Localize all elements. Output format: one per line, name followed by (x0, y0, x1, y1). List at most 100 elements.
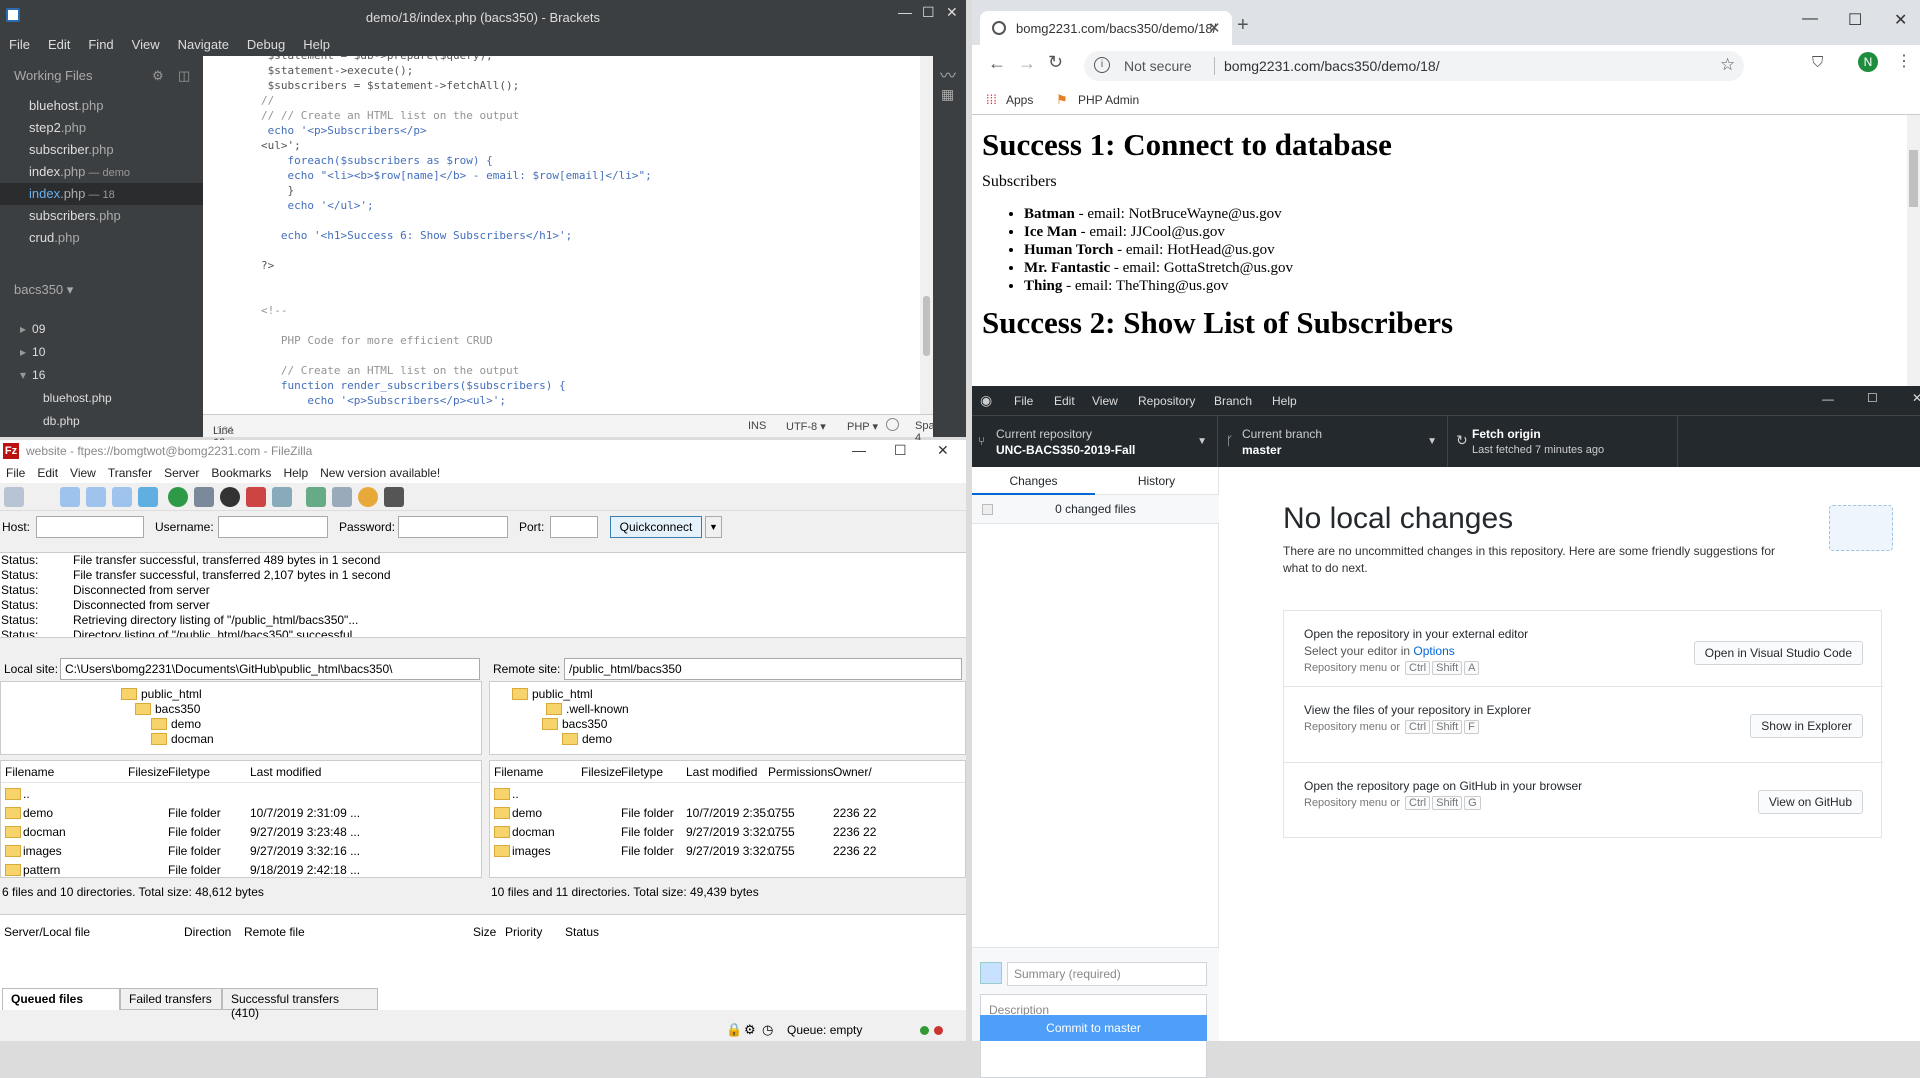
local-file-list[interactable]: Filename Filesize Filetype Last modified.. d… (0, 760, 482, 878)
maximize-icon[interactable]: ☐ (1848, 10, 1862, 30)
disconnect-icon[interactable] (246, 487, 266, 507)
working-file-item[interactable]: step2.php (0, 117, 203, 139)
menu-view[interactable]: View (123, 34, 169, 55)
minimize-icon[interactable]: — (1822, 392, 1834, 406)
tree-node[interactable]: demo (562, 730, 612, 748)
queue-col-server-local[interactable]: Server/Local file (4, 925, 90, 939)
scrollbar-thumb[interactable] (1909, 150, 1918, 207)
toggle-local-tree-icon[interactable] (86, 487, 106, 507)
back-icon[interactable]: ← (988, 53, 1006, 74)
working-file-item[interactable]: crud.php (0, 227, 203, 249)
maximize-icon[interactable]: ☐ (1867, 391, 1878, 405)
tab-close-icon[interactable]: ✕ (1208, 19, 1221, 37)
file-row[interactable]: docman File folder 9/27/2019 3:23:48 ... (1, 823, 481, 842)
address-bar[interactable]: i Not secure bomg2231.com/bacs350/demo/1… (1084, 51, 1744, 81)
queue-col-priority[interactable]: Priority (505, 925, 542, 939)
url-text[interactable]: bomg2231.com/bacs350/demo/18/ (1224, 58, 1440, 74)
extension-manager-icon[interactable]: ▦ (941, 86, 954, 103)
file-row[interactable]: docman File folder 9/27/2019 3:32:... 0755 2… (490, 823, 965, 842)
menu-help[interactable]: Help (294, 34, 339, 55)
options-link[interactable]: Options (1413, 644, 1454, 658)
menu-bookmarks[interactable]: Bookmarks (205, 463, 277, 483)
language-select[interactable]: PHP ▾ (847, 420, 878, 433)
editor-scrollbar[interactable] (920, 56, 933, 414)
column-header[interactable]: Filetype (168, 765, 210, 779)
column-header[interactable]: Filename (5, 765, 54, 779)
menu-view[interactable]: View (64, 463, 102, 483)
menu-find[interactable]: Find (79, 34, 122, 55)
toggle-log-icon[interactable] (60, 487, 80, 507)
sync-browsing-icon[interactable] (358, 487, 378, 507)
working-file-item[interactable]: index.php — 18 (0, 183, 203, 205)
close-icon[interactable]: ✕ (1894, 10, 1907, 30)
remote-directory-tree[interactable]: public_html .well-known bacs350 demo (489, 681, 966, 755)
file-row[interactable]: demo File folder 10/7/2019 2:31:09 ... (1, 804, 481, 823)
toggle-remote-tree-icon[interactable] (112, 487, 132, 507)
binoculars-icon[interactable] (384, 487, 404, 507)
menu-new-version[interactable]: New version available! (314, 463, 446, 483)
file-row[interactable]: .. (1, 785, 481, 804)
tree-item[interactable]: ▾ 16 (0, 364, 203, 387)
menu-repository[interactable]: Repository (1138, 394, 1195, 408)
info-icon[interactable]: i (1094, 57, 1110, 73)
maximize-icon[interactable]: ☐ (922, 4, 935, 21)
tab-failed-transfers[interactable]: Failed transfers (120, 988, 222, 1010)
live-preview-icon[interactable]: 〰 (940, 62, 956, 86)
queue-col-remote-file[interactable]: Remote file (244, 925, 305, 939)
working-file-item[interactable]: index.php — demo (0, 161, 203, 183)
process-queue-icon[interactable] (194, 487, 214, 507)
file-row[interactable]: images File folder 9/27/2019 3:32:16 ... (1, 842, 481, 861)
column-header[interactable]: Filesize (581, 765, 622, 779)
working-file-item[interactable]: bluehost.php (0, 95, 203, 117)
summary-input[interactable]: Summary (required) (1007, 962, 1207, 986)
tree-item[interactable]: db.php (0, 410, 203, 433)
menu-file[interactable]: File (0, 463, 31, 483)
close-icon[interactable]: ✕ (946, 4, 958, 21)
menu-debug[interactable]: Debug (238, 34, 294, 55)
tab-history[interactable]: History (1095, 467, 1218, 495)
menu-edit[interactable]: Edit (39, 34, 79, 55)
code-editor[interactable]: $statement = $db->prepare($query); $stat… (203, 56, 933, 414)
suggestion-button[interactable]: Show in Explorer (1750, 714, 1863, 738)
encoding-select[interactable]: UTF-8 ▾ (786, 420, 826, 433)
file-row[interactable]: images File folder 9/27/2019 3:32:... 0755 2… (490, 842, 965, 861)
menu-file[interactable]: File (1014, 394, 1033, 408)
working-file-item[interactable]: subscriber.php (0, 139, 203, 161)
maximize-icon[interactable]: ☐ (894, 442, 907, 459)
host-input[interactable] (36, 516, 144, 538)
remote-path-input[interactable]: /public_html/bacs350 (564, 658, 962, 680)
cancel-icon[interactable] (220, 487, 240, 507)
password-input[interactable] (398, 516, 508, 538)
more-menu-icon[interactable]: ⋮ (1896, 51, 1912, 71)
directory-filter-icon[interactable] (306, 487, 326, 507)
queue-col-size[interactable]: Size (473, 925, 496, 939)
tab-changes[interactable]: Changes (972, 467, 1095, 495)
menu-help[interactable]: Help (1272, 394, 1297, 408)
page-scrollbar[interactable] (1907, 115, 1920, 386)
menu-help[interactable]: Help (277, 463, 314, 483)
file-row[interactable]: demo File folder 10/7/2019 2:35:... 0755 223… (490, 804, 965, 823)
column-header[interactable]: Owner/ (833, 765, 872, 779)
split-view-icon[interactable]: ◫ (178, 68, 190, 84)
menu-edit[interactable]: Edit (31, 463, 64, 483)
menu-server[interactable]: Server (158, 463, 205, 483)
tab-successful-transfers[interactable]: Successful transfers (410) (222, 988, 378, 1020)
new-tab-icon[interactable]: + (1237, 14, 1249, 37)
suggestion-button[interactable]: View on GitHub (1757, 790, 1863, 814)
project-dropdown[interactable]: bacs350 ▾ (14, 282, 73, 298)
gear-icon[interactable]: ⚙ (152, 68, 164, 84)
search-icon[interactable] (332, 487, 352, 507)
column-header[interactable]: Filetype (621, 765, 663, 779)
forward-icon[interactable]: → (1018, 53, 1036, 74)
close-icon[interactable]: ✕ (937, 442, 949, 459)
select-all-checkbox[interactable] (982, 504, 993, 515)
working-file-item[interactable]: subscribers.php (0, 205, 203, 227)
port-input[interactable] (550, 516, 598, 538)
remote-file-list[interactable]: Filename Filesize Filetype Last modified Per… (489, 760, 966, 878)
shield-extension-icon[interactable]: ⛉ (1812, 54, 1823, 71)
local-path-input[interactable]: C:\Users\bomg2231\Documents\GitHub\publi… (60, 658, 480, 680)
column-header[interactable]: Filename (494, 765, 543, 779)
suggestion-button[interactable]: Open in Visual Studio Code (1693, 641, 1863, 665)
bookmark-star-icon[interactable]: ☆ (1720, 55, 1735, 75)
column-header[interactable]: Filesize (128, 765, 169, 779)
